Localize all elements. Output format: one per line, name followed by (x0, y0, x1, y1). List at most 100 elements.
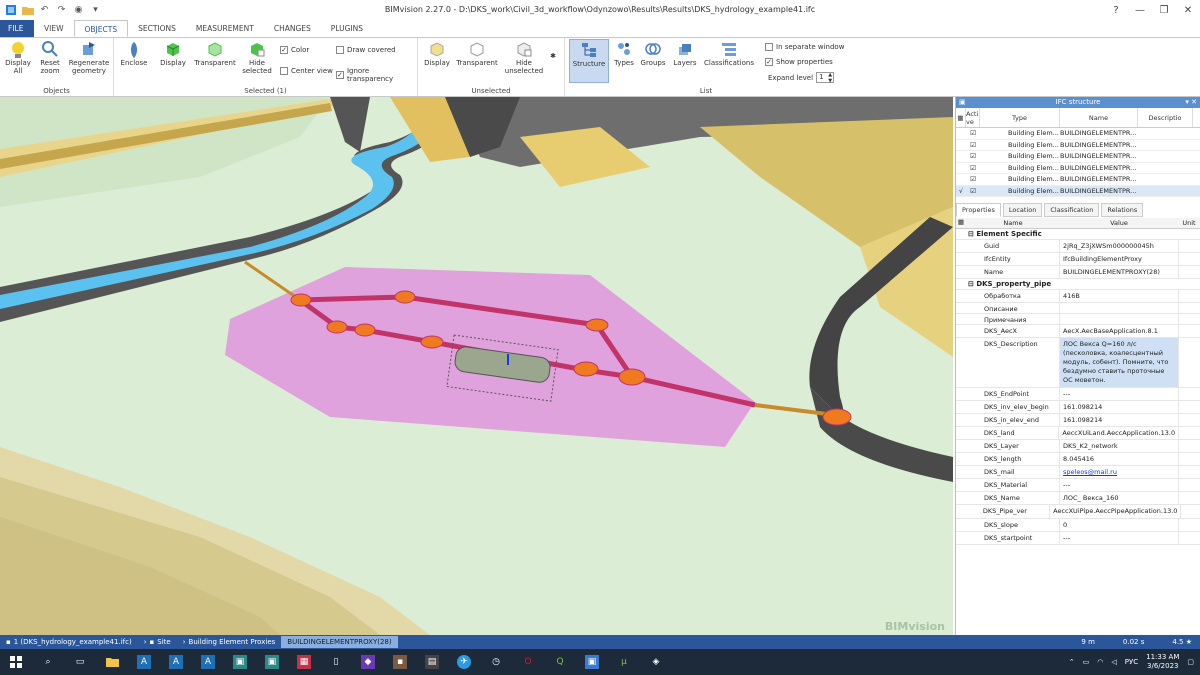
display-unselected-button[interactable]: Display (422, 41, 452, 67)
prop-row[interactable]: DKS_Name ЛОС_ Векса_160 (956, 492, 1200, 505)
draw-covered-checkbox[interactable]: Draw covered (336, 46, 396, 54)
active-checkbox[interactable]: ☑ (966, 164, 980, 172)
document-icon[interactable]: ▯ (329, 655, 343, 669)
autocad-map-icon[interactable]: A (201, 655, 215, 669)
app-icon-2[interactable]: ▣ (265, 655, 279, 669)
col-name[interactable]: Name (1060, 108, 1138, 127)
grid-app-icon[interactable]: ▦ (297, 655, 311, 669)
prop-row[interactable]: DKS_Pipe_ver AeccXUiPipe.AeccPipeApplicat… (956, 505, 1200, 519)
groups-button[interactable]: Groups (639, 41, 667, 67)
transparent-unselected-button[interactable]: Transparent (456, 41, 498, 67)
telegram-icon[interactable]: ✈ (457, 655, 471, 669)
tab-view[interactable]: VIEW (34, 20, 74, 37)
maximize-button[interactable]: ❐ (1152, 0, 1176, 20)
view-icon[interactable]: ◉ (72, 4, 85, 17)
prop-row[interactable]: DKS_land AeccXUiLand.AeccApplication.13.0 (956, 427, 1200, 440)
table-row[interactable]: ☑ Building Elem... BUILDINGELEMENTPR... (956, 151, 1200, 163)
hide-selected-button[interactable]: Hide selected (242, 41, 272, 75)
network-app-icon[interactable]: ◈ (649, 655, 663, 669)
transparent-selected-button[interactable]: Transparent (194, 41, 236, 67)
close-button[interactable]: ✕ (1176, 0, 1200, 20)
active-checkbox[interactable]: ☑ (966, 141, 980, 149)
task-view-icon[interactable]: ▭ (73, 655, 87, 669)
mail-link[interactable]: speleos@mail.ru (1060, 466, 1178, 478)
table-row-selected[interactable]: √ ☑ Building Elem... BUILDINGELEMENTPR... (956, 185, 1200, 197)
prop-row[interactable]: DKS_inv_elev_begin 161.098214 (956, 401, 1200, 414)
active-checkbox[interactable]: ☑ (966, 187, 980, 195)
structure-button[interactable]: Structure (569, 39, 609, 83)
active-checkbox[interactable]: ☑ (966, 152, 980, 160)
breadcrumb-file[interactable]: ▪ 1 (DKS_hydrology_example41.ifc) (0, 638, 138, 646)
prop-row[interactable]: DKS_slope 0 (956, 519, 1200, 532)
table-row[interactable]: ☑ Building Elem... BUILDINGELEMENTPR... (956, 163, 1200, 174)
autocad-icon[interactable]: A (137, 655, 151, 669)
battery-icon[interactable]: ▭ (1083, 658, 1090, 666)
app-icon[interactable]: ▣ (233, 655, 247, 669)
open-folder-icon[interactable] (21, 4, 34, 17)
minimize-button[interactable]: — (1128, 0, 1152, 20)
breadcrumb-current[interactable]: BUILDINGELEMENTPROXY(28) (281, 636, 398, 648)
language-indicator[interactable]: РУС (1125, 658, 1138, 666)
tab-plugins[interactable]: PLUGINS (321, 20, 373, 37)
separate-window-checkbox[interactable]: In separate window (765, 43, 844, 51)
prop-row[interactable]: Обработка 416В (956, 290, 1200, 303)
filter-icon[interactable]: ▦ (956, 218, 966, 228)
wifi-icon[interactable]: ◠ (1097, 658, 1103, 666)
notifications-icon[interactable]: ▢ (1187, 658, 1194, 666)
prop-row[interactable]: Примечания (956, 314, 1200, 325)
breadcrumb-site[interactable]: › ▪ Site (138, 638, 177, 646)
tab-properties[interactable]: Properties (956, 203, 1001, 217)
active-checkbox[interactable]: ☑ (966, 175, 980, 183)
tab-location[interactable]: Location (1002, 203, 1043, 217)
tab-relations[interactable]: Relations (1101, 203, 1144, 217)
tab-classification[interactable]: Classification (1044, 203, 1100, 217)
prop-row[interactable]: DKS_length 8.045416 (956, 453, 1200, 466)
prop-row[interactable]: Описание (956, 303, 1200, 314)
prop-row[interactable]: DKS_AecX AecX.AecBaseApplication.8.1 (956, 325, 1200, 338)
prop-row-selected[interactable]: DKS_Description ЛОС Векса Q=160 л/с (песк… (956, 338, 1200, 388)
tray-chevron-icon[interactable]: ⌃ (1069, 658, 1075, 666)
expand-level-spinner[interactable]: 1 ▲ ▼ (816, 72, 835, 84)
clock-app-icon[interactable]: ◷ (489, 655, 503, 669)
prop-row[interactable]: DKS_Layer DKS_K2_network (956, 440, 1200, 453)
filter-icon[interactable]: ▦ (956, 108, 966, 127)
autocad-civil-icon[interactable]: A (169, 655, 183, 669)
types-button[interactable]: Types (611, 41, 637, 67)
display-all-button[interactable]: Display All (4, 41, 32, 75)
prop-row[interactable]: DKS_startpoint --- (956, 532, 1200, 545)
table-row[interactable]: ☑ Building Elem... BUILDINGELEMENTPR... (956, 174, 1200, 186)
classifications-button[interactable]: Classifications (703, 41, 755, 67)
quick-access-dropdown-icon[interactable]: ▾ (89, 4, 102, 17)
sheets-icon[interactable]: ▤ (425, 655, 439, 669)
enclose-button[interactable]: Enclose (120, 41, 148, 67)
show-properties-checkbox[interactable]: ✓ Show properties (765, 58, 833, 66)
prop-row[interactable]: Guid 2jRq_Z3jXWSm000000045h (956, 240, 1200, 253)
col-description[interactable]: Descriptio (1138, 108, 1193, 127)
opera-icon[interactable]: O (521, 655, 535, 669)
regenerate-geometry-button[interactable]: Regenerate geometry (68, 41, 110, 75)
table-row[interactable]: ☑ Building Elem... BUILDINGELEMENTPR... (956, 140, 1200, 151)
table-row[interactable]: ☑ Building Elem... BUILDINGELEMENTPR... (956, 128, 1200, 140)
active-checkbox[interactable]: ☑ (966, 129, 980, 137)
search-icon[interactable]: ⌕ (41, 655, 55, 669)
tab-measurement[interactable]: MEASUREMENT (186, 20, 264, 37)
tab-file[interactable]: FILE (0, 20, 34, 37)
layers-button[interactable]: Layers (671, 41, 699, 67)
prop-row[interactable]: DKS_mail speleos@mail.ru (956, 466, 1200, 479)
qgis-icon[interactable]: Q (553, 655, 567, 669)
center-view-checkbox[interactable]: Center view (280, 67, 333, 75)
display-selected-button[interactable]: Display (158, 41, 188, 67)
torrent-icon[interactable]: μ (617, 655, 631, 669)
windows-start-icon[interactable] (9, 655, 23, 669)
col-active[interactable]: Acti ve (966, 108, 980, 127)
photo-app-icon[interactable]: ▪ (393, 655, 407, 669)
reset-zoom-button[interactable]: Reset zoom (36, 41, 64, 75)
redo-icon[interactable]: ↷ (55, 4, 68, 17)
section-element-specific[interactable]: ⊟ Element Specific (956, 229, 1200, 240)
prop-row[interactable]: IfcEntity IfcBuildingElementProxy (956, 253, 1200, 266)
bimvision-icon[interactable]: ▣ (585, 655, 599, 669)
help-icon[interactable]: ? (1104, 0, 1128, 20)
pin-icon[interactable]: ✱ (546, 52, 560, 60)
visual-studio-icon[interactable]: ◆ (361, 655, 375, 669)
spinner-arrows-icon[interactable]: ▲ ▼ (828, 72, 832, 84)
